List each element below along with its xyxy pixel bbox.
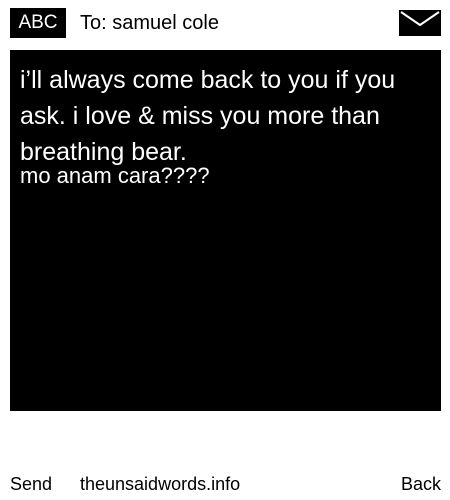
back-button[interactable]: Back — [401, 470, 441, 498]
input-mode-badge[interactable]: ABC — [10, 8, 66, 38]
site-label: theunsaidwords.info — [80, 474, 241, 494]
envelope-icon — [399, 10, 441, 36]
softkey-bar: Send theunsaidwords.info Back — [0, 470, 450, 500]
compose-header: ABC To: samuel cole — [0, 0, 450, 45]
recipient-line[interactable]: To: samuel cole — [80, 10, 219, 36]
send-button[interactable]: Send — [10, 470, 52, 498]
message-body[interactable]: i’ll always come back to you if you ask.… — [10, 50, 441, 411]
message-text: i’ll always come back to you if you ask.… — [20, 66, 396, 166]
message-signoff: mo anam cara???? — [20, 163, 210, 188]
